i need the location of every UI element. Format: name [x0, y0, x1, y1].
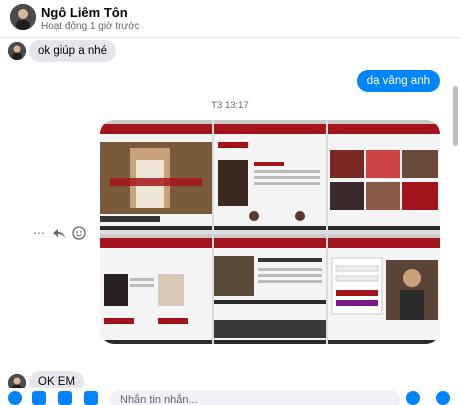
contact-name[interactable]: Ngô Liêm Tôn: [41, 5, 128, 20]
add-icon[interactable]: [8, 391, 22, 405]
like-icon[interactable]: [436, 391, 450, 405]
sender-avatar[interactable]: [8, 42, 26, 60]
reply-icon[interactable]: [52, 226, 66, 240]
emoji-icon[interactable]: [72, 226, 86, 240]
message-timestamp: T3 13:17: [211, 100, 249, 111]
emoji-picker-icon[interactable]: [406, 391, 420, 405]
attachment-image[interactable]: [328, 120, 440, 230]
attachment-image[interactable]: [214, 120, 326, 230]
contact-status: Hoạt động 1 giờ trước: [41, 21, 140, 32]
gif-icon[interactable]: [32, 391, 46, 405]
more-icon[interactable]: ⋯: [32, 226, 46, 240]
attachment-image[interactable]: [100, 120, 212, 230]
message-bubble-incoming[interactable]: ok giúp a nhé: [29, 40, 117, 62]
attachment-image[interactable]: [328, 234, 440, 344]
chat-scrollbar[interactable]: [453, 86, 458, 146]
attachment-image[interactable]: [100, 234, 212, 344]
image-icon[interactable]: [84, 391, 98, 405]
attachment-image[interactable]: [214, 234, 326, 344]
contact-avatar[interactable]: [10, 4, 36, 30]
message-input[interactable]: Nhắn tin nhắn...: [110, 390, 400, 405]
chat-header: Ngô Liêm Tôn Hoạt động 1 giờ trước: [0, 0, 460, 38]
image-attachment-grid[interactable]: [100, 120, 440, 344]
sticker-icon[interactable]: [58, 391, 72, 405]
message-bubble-outgoing[interactable]: dạ vâng anh: [356, 70, 440, 92]
